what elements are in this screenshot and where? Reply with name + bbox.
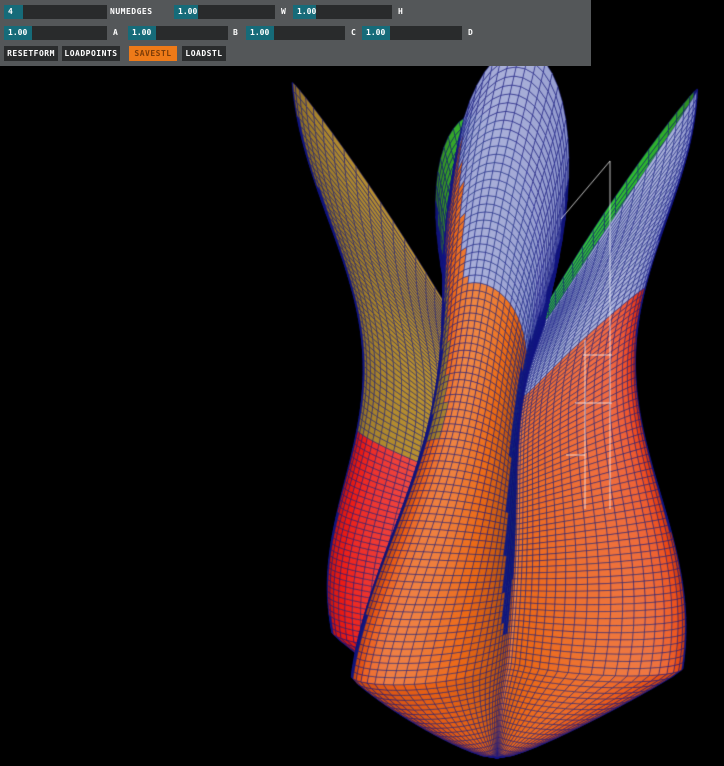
slider-d-label: D — [468, 28, 474, 37]
slider-h-value: 1.00 — [293, 5, 316, 19]
app-window: 4 NUMEDGES 1.00 W 1.00 H 1.00 A 1.00 B 1… — [0, 0, 724, 766]
slider-b[interactable]: 1.00 — [128, 26, 228, 40]
slider-numedges-value: 4 — [4, 5, 23, 19]
slider-w-label: W — [281, 7, 287, 16]
slider-w[interactable]: 1.00 — [174, 5, 275, 19]
control-panel: 4 NUMEDGES 1.00 W 1.00 H 1.00 A 1.00 B 1… — [0, 0, 591, 66]
loadpoints-button[interactable]: LOADPOINTS — [62, 46, 120, 61]
slider-d-value: 1.00 — [362, 26, 390, 40]
slider-a-value: 1.00 — [4, 26, 32, 40]
3d-viewport-canvas[interactable] — [0, 0, 724, 766]
slider-d[interactable]: 1.00 — [362, 26, 462, 40]
slider-numedges-label: NUMEDGES — [110, 7, 153, 16]
loadstl-button[interactable]: LOADSTL — [182, 46, 226, 61]
slider-w-value: 1.00 — [174, 5, 198, 19]
slider-a[interactable]: 1.00 — [4, 26, 107, 40]
slider-c-value: 1.00 — [246, 26, 274, 40]
resetform-button[interactable]: RESETFORM — [4, 46, 58, 61]
savestl-button[interactable]: SAVESTL — [129, 46, 177, 61]
slider-c-label: C — [351, 28, 357, 37]
slider-h-label: H — [398, 7, 404, 16]
slider-c[interactable]: 1.00 — [246, 26, 345, 40]
slider-a-label: A — [113, 28, 119, 37]
slider-b-label: B — [233, 28, 239, 37]
slider-b-value: 1.00 — [128, 26, 156, 40]
slider-h[interactable]: 1.00 — [293, 5, 392, 19]
slider-numedges[interactable]: 4 — [4, 5, 107, 19]
